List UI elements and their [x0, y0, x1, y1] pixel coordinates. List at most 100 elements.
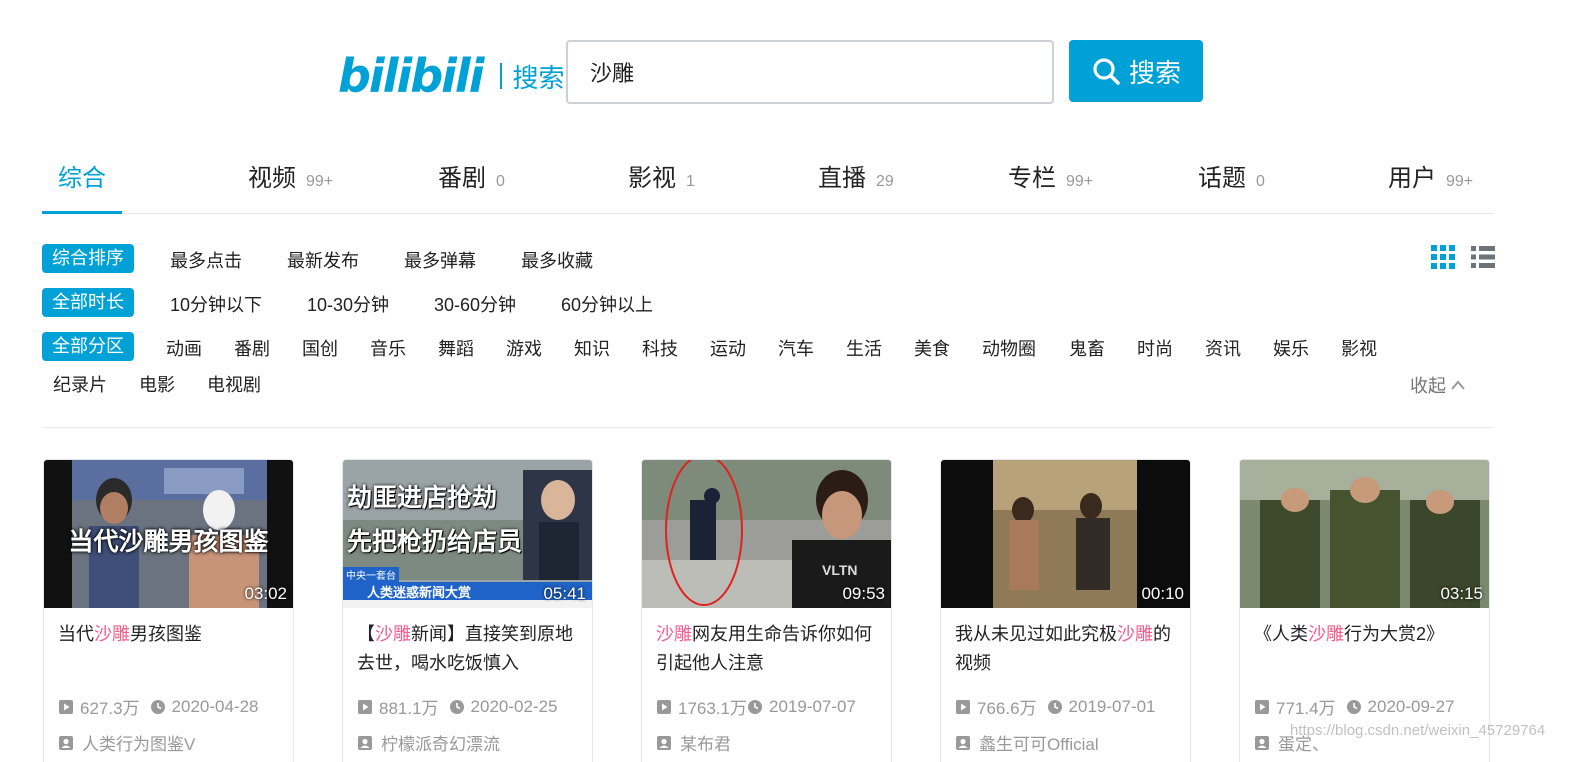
zone-option[interactable]: 运动 [710, 335, 746, 361]
zone-option[interactable]: 汽车 [778, 335, 814, 361]
clock-icon [150, 699, 165, 714]
title-text: 《人类 [1254, 624, 1308, 644]
thumbnail-caption-1: 劫匪进店抢劫 [347, 484, 498, 512]
collapse-toggle[interactable]: 收起 [1410, 372, 1466, 398]
video-meta: 766.6万 2019-07-01 [955, 694, 1156, 719]
clock-icon [449, 699, 464, 714]
duration-option[interactable]: 30-60分钟 [434, 291, 516, 317]
uploader[interactable]: 某布君 [656, 730, 731, 755]
search-icon [1093, 58, 1120, 85]
zone-option[interactable]: 生活 [846, 335, 882, 361]
clock-icon [748, 699, 762, 714]
zone-option[interactable]: 时尚 [1137, 335, 1173, 361]
title-text: 我从未见过如此究极 [955, 624, 1117, 644]
video-meta: 627.3万 2020-04-28 [58, 694, 259, 719]
watermark: https://blog.csdn.net/weixin_45729764 [1290, 722, 1546, 739]
search-input[interactable] [590, 59, 1030, 85]
play-count: 766.6万 [977, 699, 1037, 718]
upload-date: 2019-07-07 [769, 696, 856, 716]
zone-option[interactable]: 电视剧 [207, 371, 261, 397]
zone-active-pill[interactable]: 全部分区 [42, 332, 134, 361]
video-thumbnail[interactable]: 03:15 [1240, 460, 1489, 608]
video-title[interactable]: 沙雕网友用生命告诉你如何引起他人注意 [656, 620, 880, 678]
video-thumbnail[interactable]: 00:10 [941, 460, 1190, 608]
zone-option[interactable]: 影视 [1341, 335, 1377, 361]
uploader-icon [1255, 735, 1269, 750]
video-thumbnail[interactable]: VLTN 09:53 [642, 460, 891, 608]
tab-label: 话题 [1198, 165, 1246, 192]
video-card[interactable]: 劫匪进店抢劫 先把枪扔给店员 中央一套台 人类迷惑新闻大赏 05:41 【沙雕新… [342, 459, 593, 762]
video-card[interactable]: VLTN 09:53 沙雕网友用生命告诉你如何引起他人注意 1763.1万 20… [641, 459, 892, 762]
zone-option[interactable]: 动画 [166, 335, 202, 361]
uploader[interactable]: 人类行为图鉴V [58, 730, 195, 755]
tab-user[interactable]: 用户 99+ [1388, 158, 1473, 193]
tab-count: 1 [686, 173, 695, 190]
tab-count: 99+ [1066, 173, 1094, 190]
tab-article[interactable]: 专栏 99+ [1008, 158, 1093, 193]
video-duration: 03:15 [1440, 584, 1483, 603]
video-thumbnail[interactable]: 劫匪进店抢劫 先把枪扔给店员 中央一套台 人类迷惑新闻大赏 05:41 [343, 460, 592, 608]
video-title[interactable]: 《人类沙雕行为大赏2》 [1254, 620, 1478, 649]
zone-option[interactable]: 鬼畜 [1069, 335, 1105, 361]
video-title[interactable]: 【沙雕新闻】直接笑到原地去世，喝水吃饭慎入 [357, 620, 581, 678]
sort-option[interactable]: 最新发布 [287, 247, 359, 273]
video-card[interactable]: 当代沙雕男孩图鉴 03:02 当代沙雕男孩图鉴 627.3万 2020-04-2… [43, 459, 294, 762]
sort-active-pill[interactable]: 综合排序 [42, 244, 134, 273]
zone-option[interactable]: 音乐 [370, 335, 406, 361]
thumbnail-caption-2: 先把枪扔给店员 [347, 528, 523, 556]
zone-option[interactable]: 番剧 [234, 335, 270, 361]
tab-video[interactable]: 视频 99+ [248, 158, 333, 193]
bilibili-logo[interactable]: bilibili 搜索 [338, 46, 564, 106]
tab-bangumi[interactable]: 番剧 0 [438, 158, 505, 193]
zone-option[interactable]: 资讯 [1205, 335, 1241, 361]
zone-option[interactable]: 动物圈 [982, 335, 1036, 361]
sort-option[interactable]: 最多弹幕 [404, 247, 476, 273]
tab-film[interactable]: 影视 1 [628, 158, 695, 193]
grid-view-icon[interactable] [1430, 244, 1456, 270]
video-title[interactable]: 当代沙雕男孩图鉴 [58, 620, 282, 649]
video-title[interactable]: 我从未见过如此究极沙雕的视频 [955, 620, 1179, 678]
zone-option[interactable]: 知识 [574, 335, 610, 361]
play-count: 771.4万 [1276, 699, 1336, 718]
uploader-name: 蠡生可可Official [979, 735, 1099, 754]
tab-count: 0 [496, 173, 505, 190]
uploader-icon [956, 735, 970, 750]
zone-option[interactable]: 舞蹈 [438, 335, 474, 361]
thumbnail-shirt-text: VLTN [822, 562, 858, 578]
search-field[interactable] [566, 40, 1054, 104]
zone-option[interactable]: 国创 [302, 335, 338, 361]
search-button-label: 搜索 [1128, 57, 1181, 88]
uploader[interactable]: 柠檬派奇幻漂流 [357, 730, 500, 755]
video-card[interactable]: 03:15 《人类沙雕行为大赏2》 771.4万 2020-09-27 蛋定、 [1239, 459, 1490, 762]
duration-option[interactable]: 10-30分钟 [307, 291, 389, 317]
tab-live[interactable]: 直播 29 [818, 158, 894, 193]
duration-active-pill[interactable]: 全部时长 [42, 288, 134, 317]
duration-option[interactable]: 10分钟以下 [170, 291, 262, 317]
title-keyword: 沙雕 [1117, 624, 1153, 644]
tab-all[interactable]: 综合 [58, 158, 106, 193]
upload-date: 2020-04-28 [171, 696, 259, 716]
list-view-icon[interactable] [1470, 244, 1496, 270]
zone-option[interactable]: 纪录片 [53, 371, 107, 397]
sort-option[interactable]: 最多点击 [170, 247, 242, 273]
video-thumbnail[interactable]: 当代沙雕男孩图鉴 03:02 [44, 460, 293, 608]
play-count: 627.3万 [80, 699, 140, 718]
zone-option[interactable]: 电影 [139, 371, 175, 397]
tab-count: 99+ [306, 173, 334, 190]
zone-option[interactable]: 美食 [914, 335, 950, 361]
title-text: 当代 [58, 624, 94, 644]
duration-filter-row: 全部时长 [42, 288, 134, 317]
tab-topic[interactable]: 话题 0 [1198, 158, 1265, 193]
play-count-icon [358, 699, 372, 714]
title-text: 男孩图鉴 [130, 624, 202, 644]
uploader[interactable]: 蠡生可可Official [955, 730, 1099, 755]
zone-option[interactable]: 科技 [642, 335, 678, 361]
zone-option[interactable]: 娱乐 [1273, 335, 1309, 361]
sort-option[interactable]: 最多收藏 [521, 247, 593, 273]
video-card[interactable]: 00:10 我从未见过如此究极沙雕的视频 766.6万 2019-07-01 蠡… [940, 459, 1191, 762]
duration-option[interactable]: 60分钟以上 [561, 291, 653, 317]
upload-date: 2020-02-25 [470, 696, 558, 716]
search-button[interactable]: 搜索 [1069, 40, 1203, 102]
zone-option[interactable]: 游戏 [506, 335, 542, 361]
play-count-icon [657, 699, 671, 714]
